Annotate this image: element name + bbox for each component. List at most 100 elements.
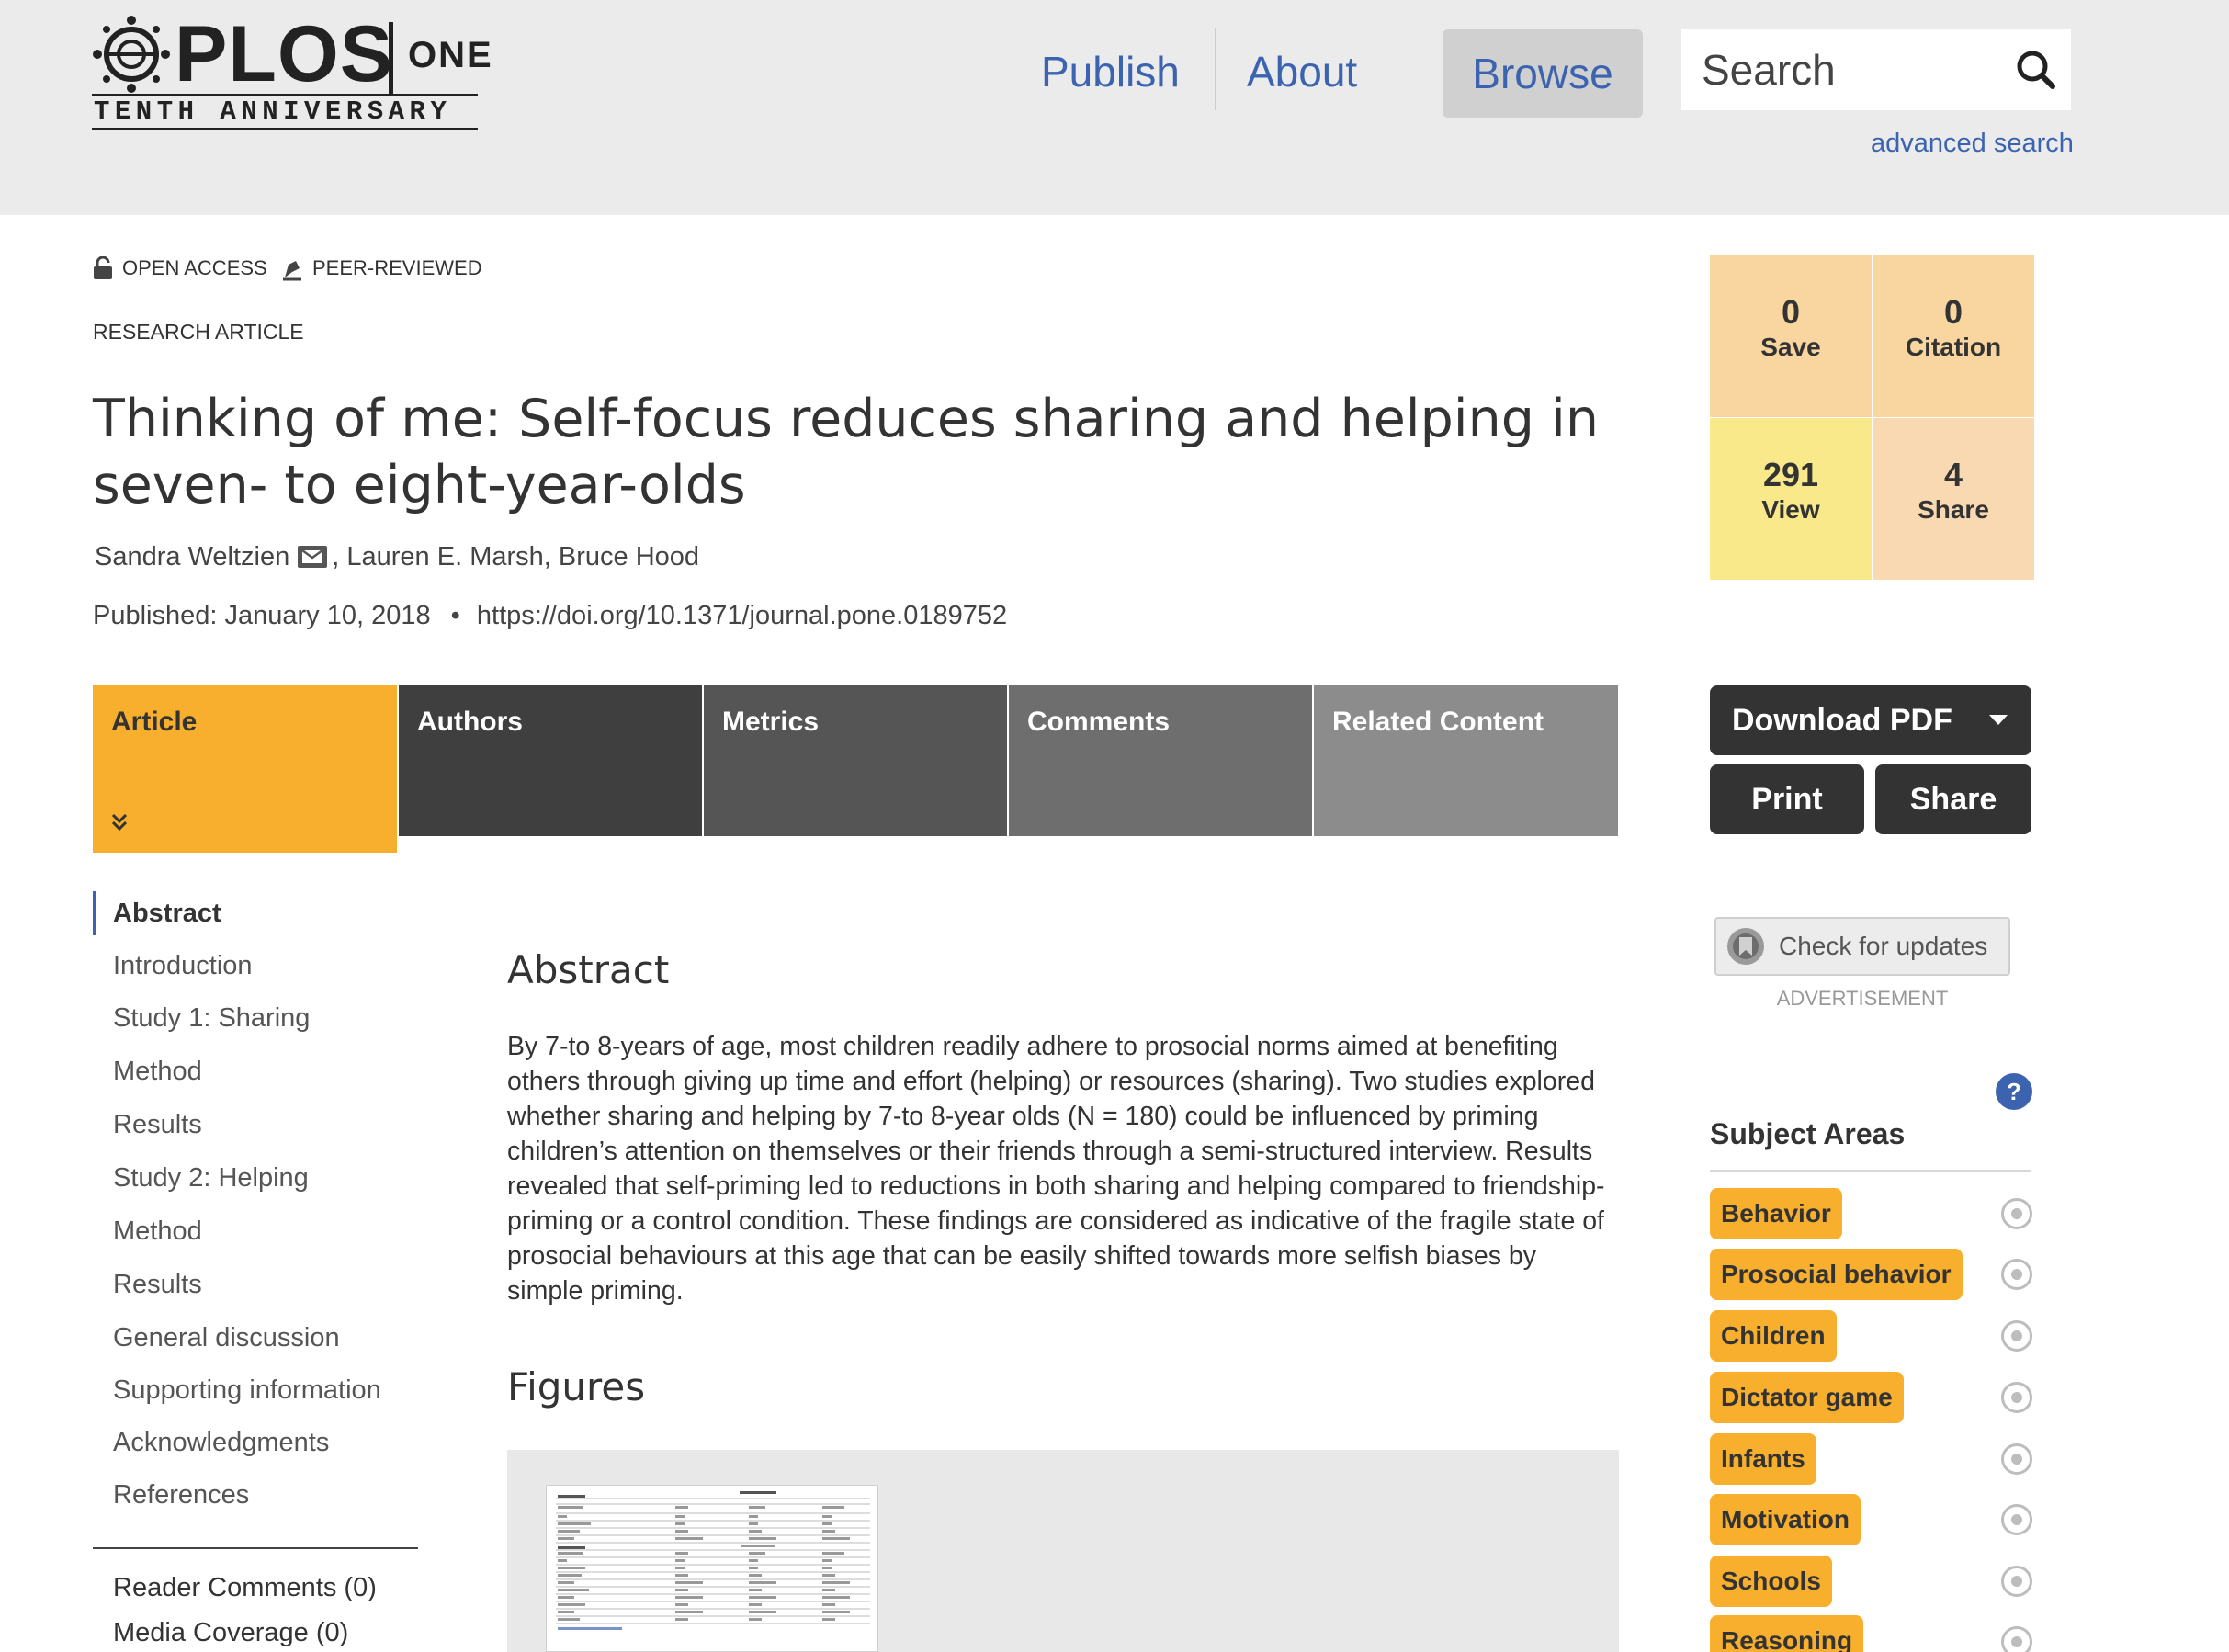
toc-item-acknowledgments[interactable]: Acknowledgments — [113, 1426, 329, 1459]
logo-tagline: TENTH ANNIVERSARY — [94, 96, 452, 127]
subject-areas-divider — [1710, 1170, 2031, 1172]
download-pdf-button[interactable]: Download PDF — [1710, 685, 2031, 755]
metric-value: 291 — [1762, 456, 1819, 493]
toc-item-general-discussion[interactable]: General discussion — [113, 1321, 340, 1354]
subject-tag[interactable]: Dictator game — [1710, 1372, 1904, 1423]
subject-relevance-icon[interactable] — [2001, 1443, 2032, 1475]
tab-related-content[interactable]: Related Content — [1314, 685, 1618, 836]
subject-tag[interactable]: Behavior — [1710, 1188, 1842, 1239]
advanced-search-link[interactable]: advanced search — [1871, 127, 2074, 160]
toc-item-method[interactable]: Method — [113, 1215, 202, 1248]
peer-reviewed-label: PEER-REVIEWED — [312, 256, 482, 279]
metric-value: 0 — [1943, 293, 1963, 331]
toc-item-study-1[interactable]: Study 1: Sharing — [113, 1001, 310, 1035]
logo-wordmark: PLOS — [175, 10, 394, 98]
media-coverage-link[interactable]: Media Coverage (0) — [113, 1616, 348, 1649]
metric-label: Save — [1760, 333, 1821, 361]
plos-one-logo[interactable]: PLOS ONE TENTH ANNIVERSARY — [92, 10, 492, 132]
open-access-badge: OPEN ACCESS — [93, 255, 267, 282]
toc-item-method[interactable]: Method — [113, 1055, 202, 1088]
author-link[interactable]: Lauren E. Marsh — [346, 540, 543, 573]
author-separator: , — [332, 542, 347, 571]
subject-relevance-icon[interactable] — [2001, 1198, 2032, 1229]
subject-relevance-icon[interactable] — [2001, 1566, 2032, 1597]
search-icon[interactable] — [2012, 46, 2060, 94]
search-input[interactable] — [1702, 29, 1996, 110]
toc-active-indicator — [93, 891, 96, 935]
figure-carousel — [507, 1450, 1619, 1652]
subject-relevance-icon[interactable] — [2001, 1320, 2032, 1352]
subject-relevance-icon[interactable] — [2001, 1504, 2032, 1535]
nav-browse[interactable]: Browse — [1443, 29, 1643, 118]
crossmark-icon — [1727, 928, 1764, 965]
metric-citation[interactable]: 0 Citation — [1873, 255, 2034, 417]
tab-label: Authors — [417, 707, 523, 737]
open-lock-icon — [94, 256, 112, 279]
tab-article[interactable]: Article — [93, 685, 397, 853]
tab-label: Comments — [1027, 707, 1171, 737]
subject-tag[interactable]: Motivation — [1710, 1494, 1861, 1545]
advertisement-label: ADVERTISEMENT — [1776, 987, 1949, 1010]
download-pdf-label: Download PDF — [1732, 703, 1952, 738]
check-for-updates-button[interactable]: Check for updates — [1714, 917, 2010, 976]
subject-areas-title: Subject Areas — [1710, 1117, 1906, 1150]
toc-item-study-2[interactable]: Study 2: Helping — [113, 1161, 309, 1194]
logo-divider — [389, 22, 393, 94]
subject-tag[interactable]: Children — [1710, 1310, 1837, 1362]
tab-metrics[interactable]: Metrics — [704, 685, 1007, 836]
nav-about[interactable]: About — [1247, 39, 1357, 105]
metric-save[interactable]: 0 Save — [1710, 255, 1872, 417]
search-box — [1681, 29, 2071, 110]
author-link[interactable]: Sandra Weltzien — [95, 540, 289, 573]
author-link[interactable]: Bruce Hood — [559, 540, 699, 573]
author-separator: , — [543, 542, 559, 571]
peer-reviewed-badge: PEER-REVIEWED — [281, 255, 482, 282]
author-list: Sandra Weltzien , Lauren E. Marsh , Bruc… — [95, 540, 699, 573]
open-access-label: OPEN ACCESS — [122, 256, 267, 279]
subject-tag[interactable]: Prosocial behavior — [1710, 1249, 1963, 1300]
subject-relevance-icon[interactable] — [2001, 1626, 2032, 1652]
tab-authors[interactable]: Authors — [399, 685, 702, 836]
tab-label: Metrics — [722, 707, 820, 737]
toc-item-results[interactable]: Results — [113, 1108, 202, 1141]
abstract-text: By 7-to 8-years of age, most children re… — [507, 1032, 1605, 1306]
share-button[interactable]: Share — [1875, 764, 2031, 834]
peer-reviewed-icon — [283, 261, 301, 281]
metric-value: 4 — [1943, 456, 1963, 493]
article-title: Thinking of me: Self-focus reduces shari… — [93, 389, 1600, 515]
plos-globe-icon — [93, 16, 170, 93]
logo-rule-bottom — [92, 128, 478, 130]
subject-tag[interactable]: Infants — [1710, 1433, 1816, 1485]
email-icon[interactable] — [297, 545, 328, 569]
nav-publish[interactable]: Publish — [1041, 39, 1180, 105]
subject-relevance-icon[interactable] — [2001, 1259, 2032, 1290]
publication-date: Published: January 10, 2018 — [93, 601, 431, 630]
figures-heading: Figures — [507, 1364, 646, 1409]
doi-link[interactable]: https://doi.org/10.1371/journal.pone.018… — [477, 601, 1007, 630]
site-header: PLOS ONE TENTH ANNIVERSARY Publish About… — [0, 0, 2229, 215]
metric-view[interactable]: 291 View — [1710, 418, 1872, 580]
subject-tag[interactable]: Schools — [1710, 1556, 1832, 1607]
help-icon[interactable]: ? — [1996, 1073, 2032, 1110]
caret-down-icon[interactable] — [1987, 713, 2009, 728]
toc-divider — [93, 1547, 418, 1549]
figure-thumbnail[interactable] — [546, 1485, 878, 1652]
tab-comments[interactable]: Comments — [1009, 685, 1312, 836]
subject-tag[interactable]: Reasoning — [1710, 1615, 1864, 1652]
tab-label: Related Content — [1332, 707, 1544, 737]
abstract-heading: Abstract — [507, 947, 670, 992]
metric-label: Share — [1918, 495, 1989, 524]
toc-item-references[interactable]: References — [113, 1478, 249, 1511]
logo-suffix: ONE — [408, 35, 493, 75]
toc-item-results[interactable]: Results — [113, 1268, 202, 1301]
toc-item-abstract[interactable]: Abstract — [113, 897, 221, 930]
print-button[interactable]: Print — [1710, 764, 1864, 834]
reader-comments-link[interactable]: Reader Comments (0) — [113, 1571, 377, 1604]
toc-item-introduction[interactable]: Introduction — [113, 949, 253, 982]
table-thumbnail-graphic — [556, 1491, 870, 1630]
article-type: RESEARCH ARTICLE — [93, 320, 304, 344]
subject-relevance-icon[interactable] — [2001, 1382, 2032, 1413]
toc-item-supporting-information[interactable]: Supporting information — [113, 1374, 381, 1407]
nav-divider — [1215, 28, 1216, 110]
metric-share[interactable]: 4 Share — [1873, 418, 2034, 580]
